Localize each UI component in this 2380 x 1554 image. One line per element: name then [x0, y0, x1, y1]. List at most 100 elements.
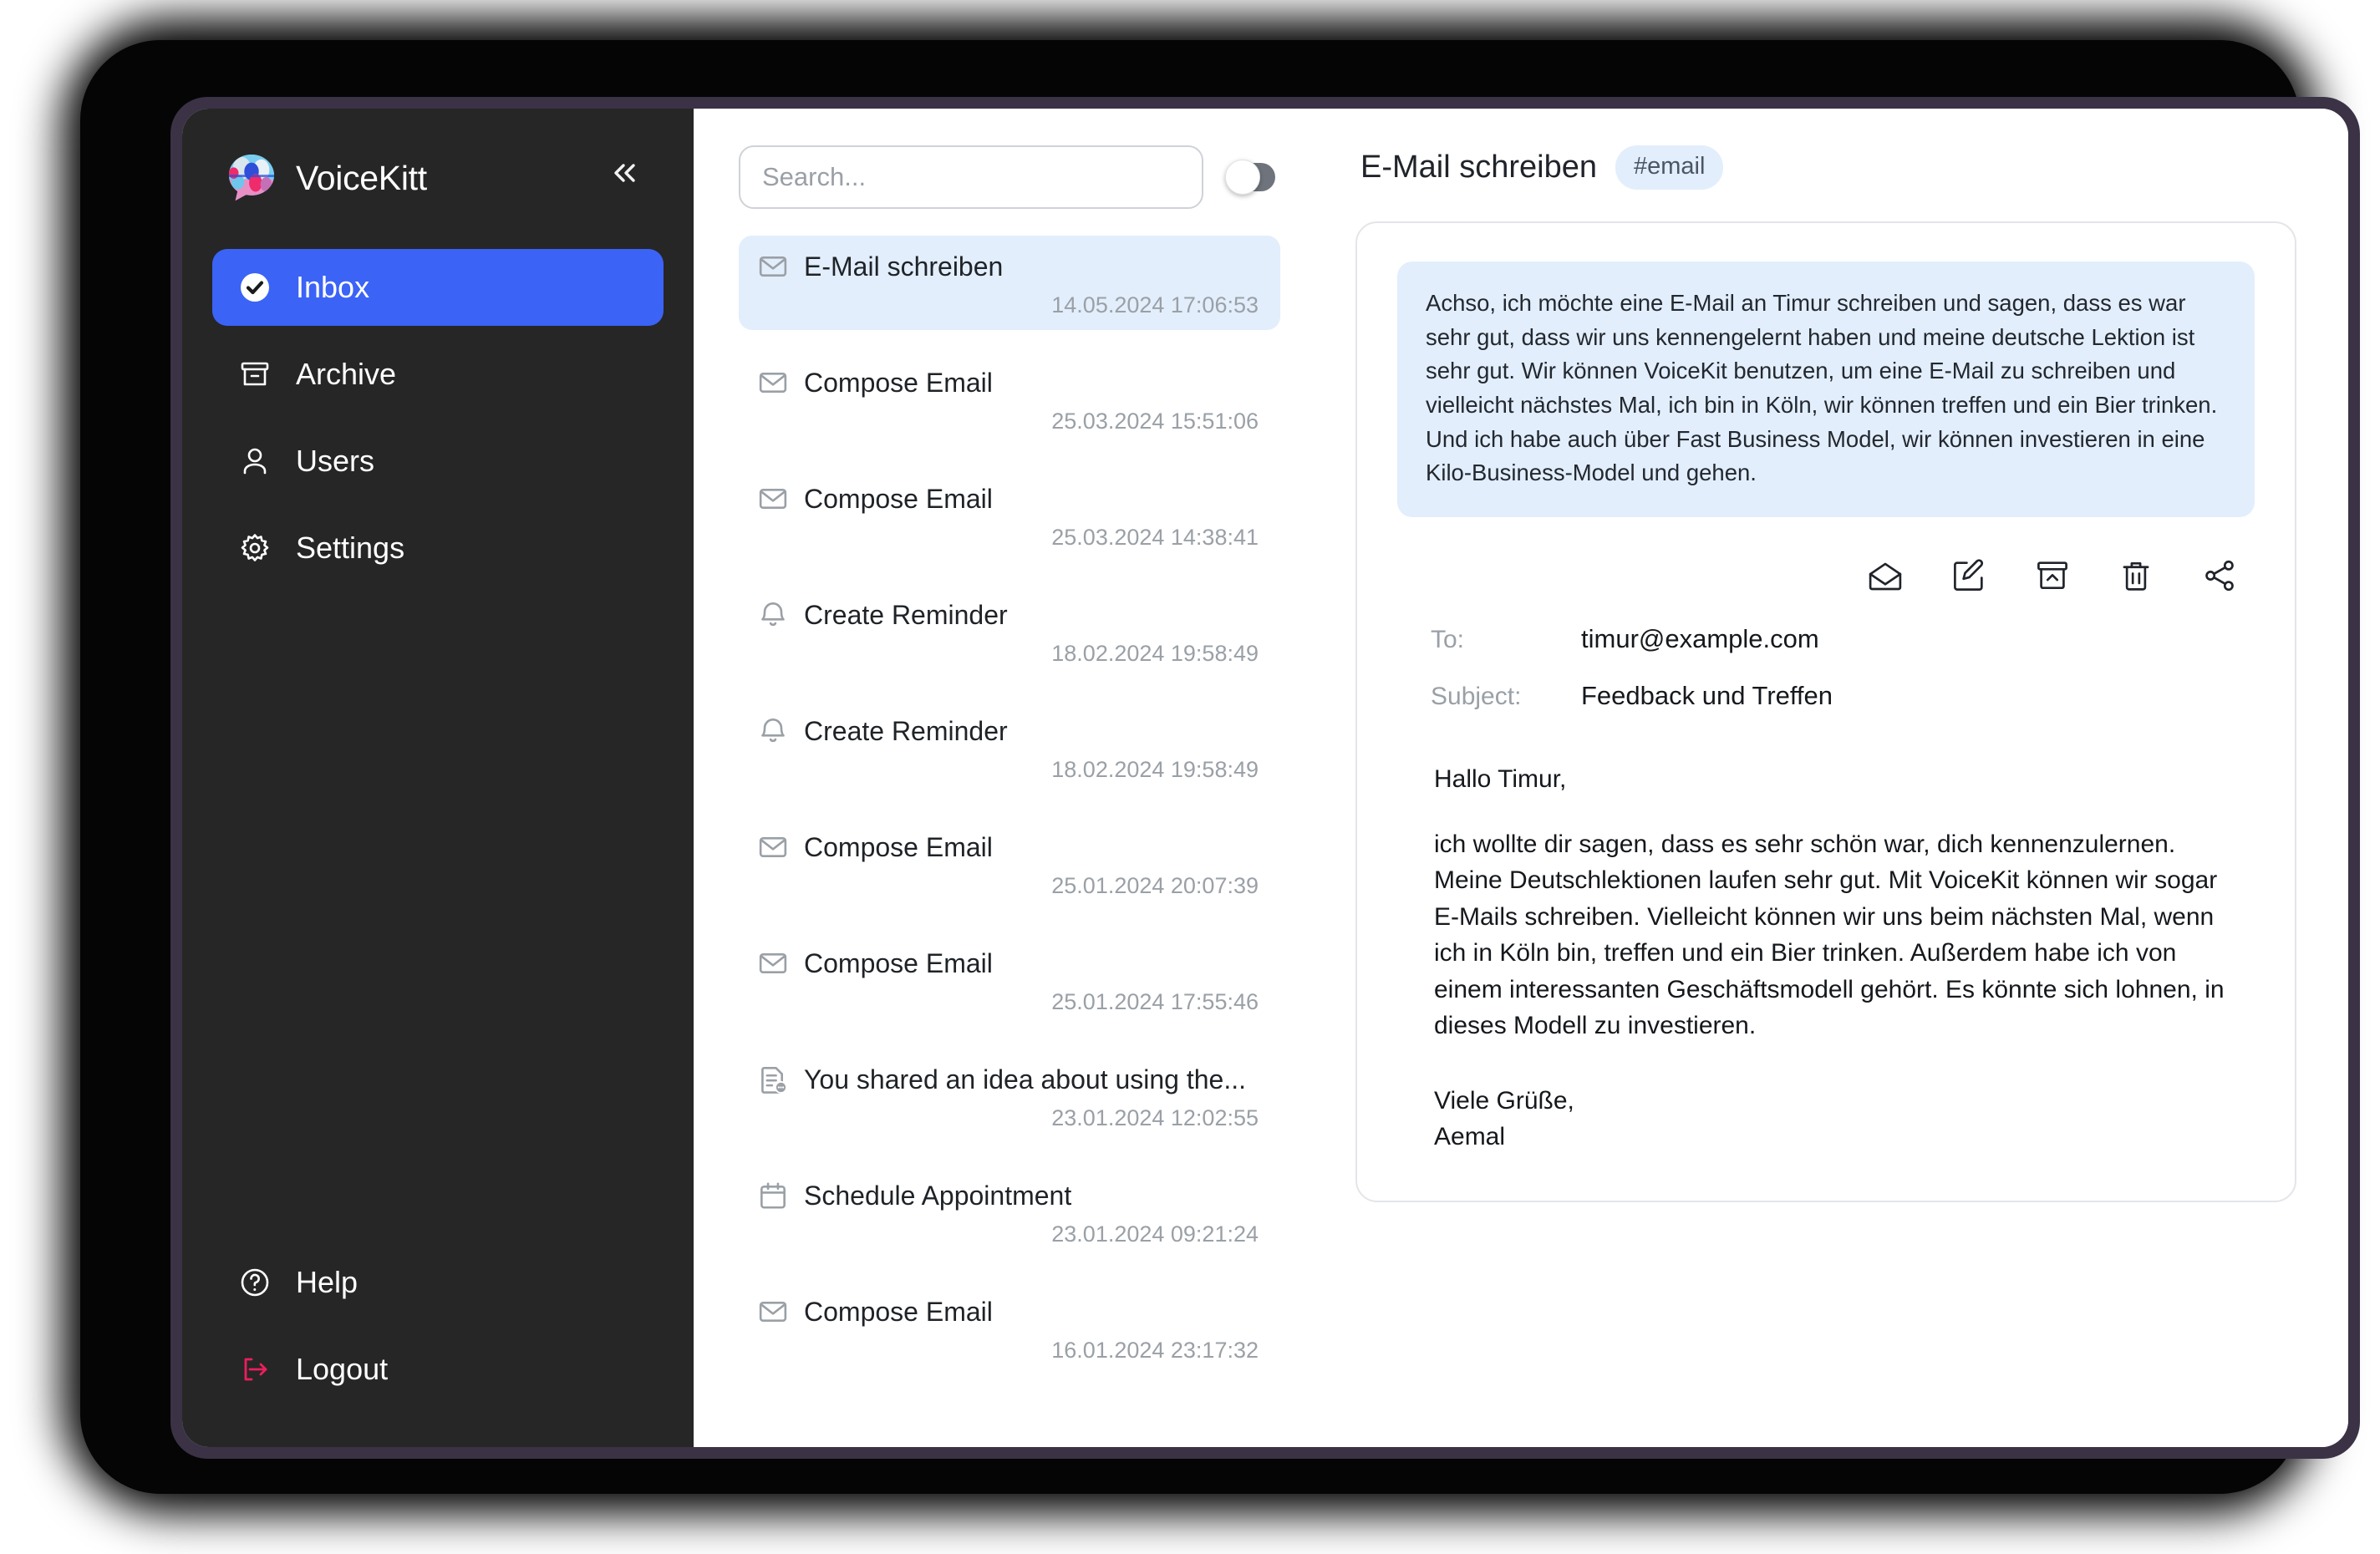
- toggle-knob: [1225, 160, 1260, 195]
- email-greeting: Hallo Timur,: [1434, 765, 1567, 794]
- list-filter-toggle[interactable]: [1225, 160, 1275, 195]
- detail-header: E-Mail schreiben #email: [1355, 145, 2296, 190]
- list-item[interactable]: Create Reminder 18.02.2024 19:58:49: [739, 700, 1280, 795]
- sidebar-item-archive[interactable]: Archive: [212, 336, 664, 413]
- to-label: To:: [1431, 626, 1465, 654]
- archive-icon[interactable]: [2032, 556, 2072, 596]
- list-item-title: Compose Email: [804, 947, 993, 978]
- bell-icon: [757, 715, 789, 747]
- user-icon: [236, 442, 274, 480]
- list-item[interactable]: Create Reminder 18.02.2024 19:58:49: [739, 584, 1280, 678]
- sidebar-item-label: Settings: [296, 531, 405, 565]
- envelope-icon: [757, 251, 789, 282]
- list-item-title: Schedule Appointment: [804, 1180, 1072, 1211]
- search-box[interactable]: [739, 145, 1203, 209]
- app-window: VoiceKitt Inbox Archive Users Settings H…: [182, 109, 2348, 1447]
- action-toolbar: [1397, 556, 2255, 596]
- subject-value[interactable]: Feedback und Treffen: [1581, 681, 1833, 711]
- envelope-icon: [757, 947, 789, 979]
- brand-title: VoiceKitt: [296, 158, 427, 197]
- list-item-timestamp: 16.01.2024 23:17:32: [1051, 1338, 1259, 1363]
- sidebar-item-settings[interactable]: Settings: [212, 510, 664, 587]
- sidebar-item-label: Logout: [296, 1352, 389, 1386]
- brand: VoiceKitt: [212, 140, 664, 204]
- share-icon[interactable]: [2199, 556, 2240, 596]
- list-item-header: Create Reminder: [757, 715, 1262, 747]
- list-item[interactable]: Compose Email 25.03.2024 14:38:41: [739, 468, 1280, 562]
- list-item-title: Create Reminder: [804, 715, 1008, 746]
- list-item[interactable]: You shared an idea about using the... 23…: [739, 1049, 1280, 1143]
- list-toolbar: [739, 145, 1280, 209]
- check-circle-icon: [236, 268, 274, 307]
- list-item-title: Compose Email: [804, 367, 993, 398]
- search-input[interactable]: [762, 162, 1180, 192]
- sidebar-item-help[interactable]: Help: [212, 1248, 664, 1317]
- question-circle-icon: [236, 1263, 274, 1302]
- list-item-timestamp: 18.02.2024 19:58:49: [1051, 641, 1259, 666]
- detail-card: Achso, ich möchte eine E-Mail an Timur s…: [1355, 221, 2296, 1202]
- envelope-icon: [757, 831, 789, 863]
- trash-icon[interactable]: [2116, 556, 2156, 596]
- device-frame: VoiceKitt Inbox Archive Users Settings H…: [80, 40, 2360, 1494]
- envelope-icon: [757, 367, 789, 399]
- list-item-timestamp: 25.03.2024 14:38:41: [1051, 525, 1259, 550]
- list-item-title: Create Reminder: [804, 599, 1008, 630]
- sidebar-item-label: Users: [296, 444, 375, 478]
- chevrons-left-icon[interactable]: [600, 153, 650, 204]
- speech-bubble-logo-icon: [226, 152, 277, 204]
- list-item-header: Compose Email: [757, 1296, 1262, 1328]
- list-item[interactable]: E-Mail schreiben 14.05.2024 17:06:53: [739, 236, 1280, 330]
- sidebar-item-logout[interactable]: Logout: [212, 1335, 664, 1404]
- archive-icon: [236, 355, 274, 394]
- list-item[interactable]: Compose Email 25.01.2024 17:55:46: [739, 932, 1280, 1027]
- gear-icon: [236, 529, 274, 567]
- message-list-panel: E-Mail schreiben 14.05.2024 17:06:53 Com…: [694, 109, 1304, 1447]
- list-item-header: Compose Email: [757, 367, 1262, 399]
- page-title: E-Mail schreiben: [1360, 150, 1597, 185]
- list-item-timestamp: 25.03.2024 15:51:06: [1051, 409, 1259, 434]
- envelope-icon: [757, 483, 789, 515]
- list-item-title: Compose Email: [804, 831, 993, 862]
- calendar-icon: [757, 1180, 789, 1211]
- logout-arrow-icon: [236, 1350, 274, 1389]
- sidebar-item-label: Archive: [296, 357, 397, 391]
- list-item[interactable]: Compose Email 25.01.2024 20:07:39: [739, 816, 1280, 911]
- document-dots-icon: [757, 1064, 789, 1095]
- list-item-timestamp: 25.01.2024 20:07:39: [1051, 873, 1259, 898]
- list-item-header: Compose Email: [757, 483, 1262, 515]
- sidebar-item-label: Inbox: [296, 270, 370, 304]
- envelope-icon: [757, 1296, 789, 1328]
- sidebar-item-users[interactable]: Users: [212, 423, 664, 500]
- to-value[interactable]: timur@example.com: [1581, 624, 1819, 654]
- message-list: E-Mail schreiben 14.05.2024 17:06:53 Com…: [739, 236, 1280, 1397]
- list-item-timestamp: 25.01.2024 17:55:46: [1051, 989, 1259, 1014]
- secondary-nav: Help Logout: [212, 1248, 664, 1410]
- list-item-header: You shared an idea about using the...: [757, 1064, 1262, 1095]
- screenshot-stage: VoiceKitt Inbox Archive Users Settings H…: [0, 0, 2380, 1554]
- list-item[interactable]: Compose Email 25.03.2024 15:51:06: [739, 352, 1280, 446]
- list-item-header: Schedule Appointment: [757, 1180, 1262, 1211]
- email-body: ich wollte dir sagen, dass es sehr schön…: [1434, 830, 2231, 1040]
- list-item-timestamp: 14.05.2024 17:06:53: [1051, 292, 1259, 317]
- mark-read-icon[interactable]: [1865, 556, 1905, 596]
- sidebar-item-label: Help: [296, 1265, 359, 1299]
- primary-nav: Inbox Archive Users Settings: [212, 249, 664, 587]
- list-item-title: E-Mail schreiben: [804, 251, 1004, 282]
- email-signature: Viele Grüße, Aemal: [1434, 1086, 1574, 1151]
- list-item-title: You shared an idea about using the...: [804, 1064, 1247, 1094]
- edit-icon[interactable]: [1949, 556, 1989, 596]
- list-item[interactable]: Schedule Appointment 23.01.2024 09:21:24: [739, 1165, 1280, 1259]
- email-fields: To: timur@example.com Subject: Feedback …: [1397, 624, 2255, 711]
- list-item-header: Compose Email: [757, 947, 1262, 979]
- sidebar-item-inbox[interactable]: Inbox: [212, 249, 664, 326]
- subject-label: Subject:: [1431, 683, 1522, 711]
- sidebar: VoiceKitt Inbox Archive Users Settings H…: [182, 109, 694, 1447]
- to-field-row: To: timur@example.com: [1431, 624, 2255, 654]
- list-item-header: E-Mail schreiben: [757, 251, 1262, 282]
- bell-icon: [757, 599, 789, 631]
- list-item-header: Compose Email: [757, 831, 1262, 863]
- list-item-title: Compose Email: [804, 483, 993, 514]
- list-item[interactable]: Compose Email 16.01.2024 23:17:32: [739, 1281, 1280, 1375]
- subject-field-row: Subject: Feedback und Treffen: [1431, 681, 2255, 711]
